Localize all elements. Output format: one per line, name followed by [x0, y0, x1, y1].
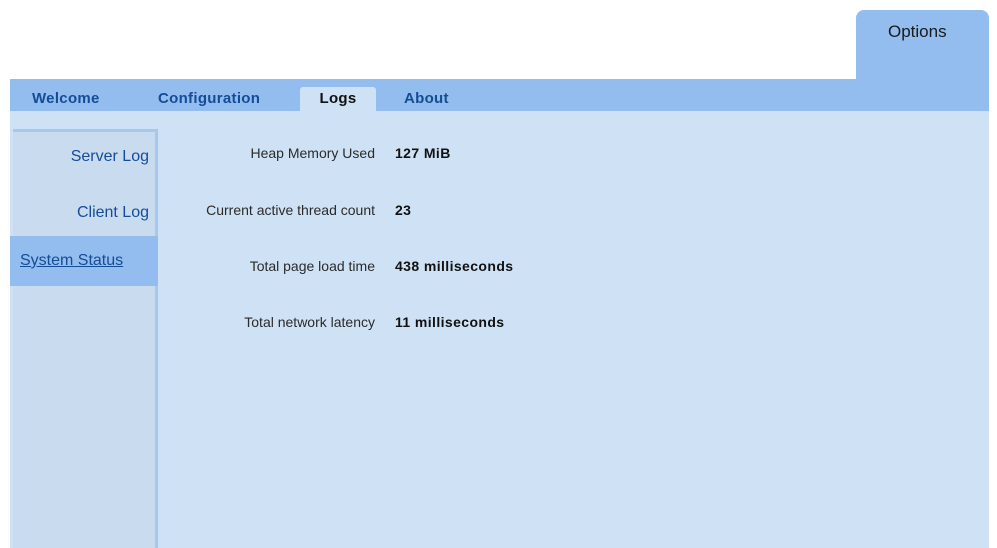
- tab-about[interactable]: About: [404, 87, 464, 111]
- metric-value: 127 MiB: [395, 145, 451, 161]
- metric-value: 23: [395, 202, 412, 218]
- tab-bar: Welcome Configuration Logs About: [10, 79, 989, 111]
- tab-configuration[interactable]: Configuration: [158, 87, 278, 111]
- tab-logs[interactable]: Logs: [300, 87, 376, 111]
- sidebar-item-server-log[interactable]: Server Log: [13, 132, 155, 182]
- metric-label: Heap Memory Used: [250, 145, 376, 161]
- page: Options Welcome Configuration Logs About…: [0, 0, 997, 548]
- metric-row-page-load-time: Total page load time 438 milliseconds: [160, 255, 989, 277]
- main-panel: Welcome Configuration Logs About Server …: [10, 79, 989, 548]
- metric-label: Total page load time: [249, 258, 375, 274]
- sidebar-item-system-status[interactable]: System Status: [10, 236, 158, 286]
- metric-label: Total network latency: [244, 314, 375, 330]
- metric-value: 11 milliseconds: [395, 314, 505, 330]
- sidebar-item-client-log[interactable]: Client Log: [13, 188, 155, 238]
- logs-sidebar: Server Log Client Log System Status: [10, 129, 158, 548]
- tab-welcome[interactable]: Welcome: [32, 87, 112, 111]
- metric-row-network-latency: Total network latency 11 milliseconds: [160, 311, 989, 333]
- metric-row-heap-memory: Heap Memory Used 127 MiB: [160, 142, 989, 164]
- metric-row-thread-count: Current active thread count 23: [160, 199, 989, 221]
- metric-value: 438 milliseconds: [395, 258, 514, 274]
- logs-content: Server Log Client Log System Status Heap…: [10, 111, 989, 548]
- metric-label: Current active thread count: [206, 202, 375, 218]
- options-tab[interactable]: Options: [856, 10, 989, 80]
- options-tab-label: Options: [888, 22, 947, 41]
